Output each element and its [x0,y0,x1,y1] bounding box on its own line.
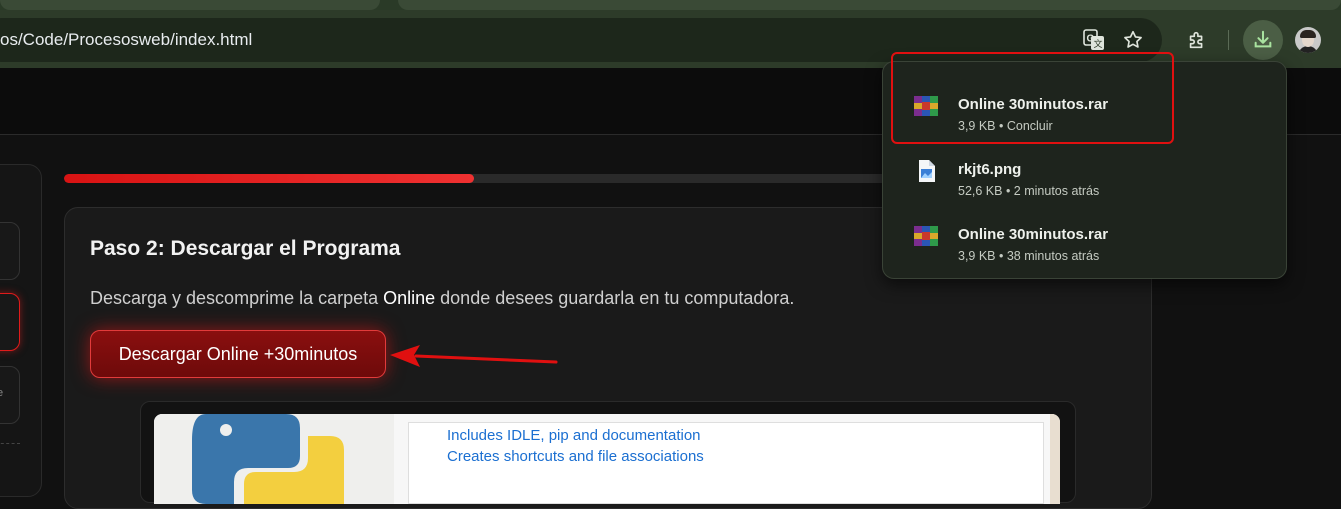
downloads-button[interactable] [1243,20,1283,60]
download-item[interactable]: rkjt6.png 52,6 KB • 2 minutos atrás [883,137,1286,201]
download-meta: 52,6 KB • 2 minutos atrás [958,184,1100,198]
sidebar-step-item-active[interactable] [0,293,20,351]
download-item[interactable]: Online 30minutos.rar 3,9 KB • Concluir [883,72,1286,136]
download-icon [1254,30,1272,48]
installer-option-text: Creates shortcuts and file associations [447,448,704,465]
installer-edge [1050,414,1060,504]
progress-bar-fill [64,174,475,183]
installer-option-text: Includes IDLE, pip and documentation [447,427,701,444]
download-filename: rkjt6.png [958,161,1022,178]
sidebar-step-label: e [0,387,4,399]
download-item[interactable]: Online 30minutos.rar 3,9 KB • 38 minutos… [883,202,1286,266]
winrar-archive-icon [914,226,938,246]
downloads-panel: Online 30minutos.rar 3,9 KB • Concluir r… [882,61,1287,279]
download-filename: Online 30minutos.rar [958,96,1109,113]
address-bar-url[interactable]: os/Code/Procesosweb/index.html [0,30,252,50]
download-meta: 3,9 KB • 38 minutos atrás [958,249,1100,263]
sidebar-divider [0,443,20,444]
extensions-puzzle-icon[interactable] [1182,25,1212,55]
python-logo-icon [192,414,344,504]
image-file-icon [919,160,935,182]
toolbar-separator [1228,30,1229,50]
step-description-folder: Online [383,288,436,308]
step-description-text: Descarga y descomprime la carpeta [90,288,384,308]
winrar-archive-icon [914,96,938,116]
browser-tab[interactable] [0,0,380,10]
translate-icon[interactable]: G 文 [1079,25,1109,55]
step-description: Descarga y descomprime la carpeta Online… [90,288,794,309]
download-program-button[interactable]: Descargar Online +30minutos [90,330,386,378]
bookmark-star-icon[interactable] [1118,25,1148,55]
annotation-arrow [390,345,558,367]
browser-tab[interactable] [398,0,1341,10]
download-filename: Online 30minutos.rar [958,226,1109,243]
profile-avatar[interactable] [1295,27,1321,53]
step-title: Paso 2: Descargar el Programa [90,237,401,260]
svg-text:文: 文 [1094,38,1103,49]
step-description-text: donde desees guardarla en tu computadora… [435,288,795,308]
download-meta: 3,9 KB • Concluir [958,119,1053,133]
sidebar-step-item[interactable] [0,222,20,280]
python-logo-panel [154,414,394,504]
